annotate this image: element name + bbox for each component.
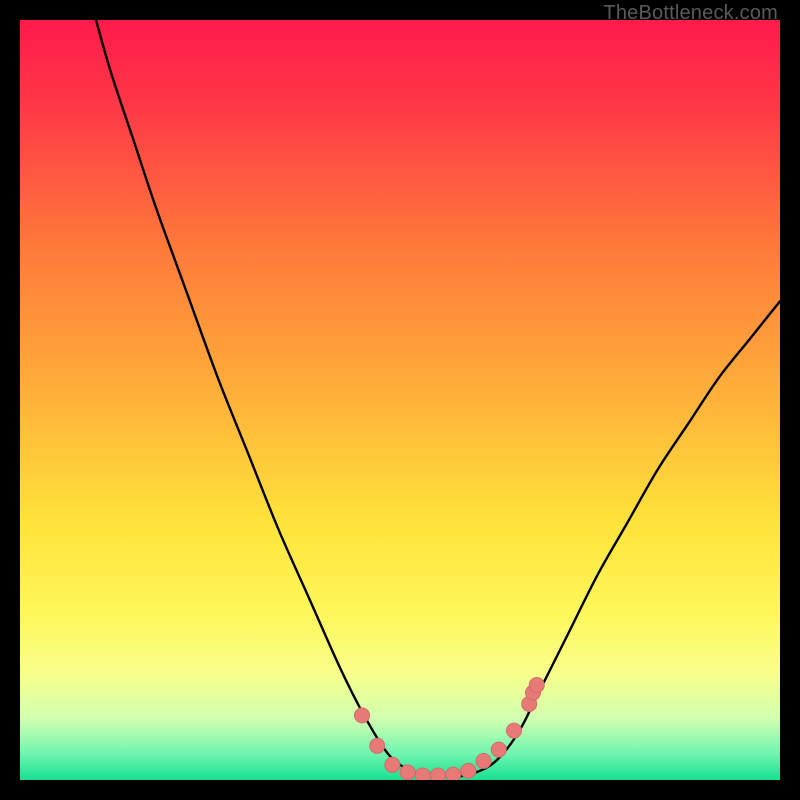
marker-point xyxy=(431,768,446,780)
marker-point xyxy=(400,765,415,780)
highlight-points xyxy=(355,678,545,781)
chart-frame: TheBottleneck.com xyxy=(0,0,800,800)
curve-layer xyxy=(20,20,780,780)
marker-point xyxy=(370,738,385,753)
marker-point xyxy=(415,768,430,780)
marker-point xyxy=(385,757,400,772)
bottleneck-curve xyxy=(96,20,780,776)
marker-point xyxy=(507,723,522,738)
marker-point xyxy=(446,767,461,780)
marker-point xyxy=(529,678,544,693)
marker-point xyxy=(355,708,370,723)
marker-point xyxy=(461,763,476,778)
plot-area xyxy=(20,20,780,780)
watermark-text: TheBottleneck.com xyxy=(603,2,778,25)
marker-point xyxy=(491,742,506,757)
marker-point xyxy=(476,754,491,769)
